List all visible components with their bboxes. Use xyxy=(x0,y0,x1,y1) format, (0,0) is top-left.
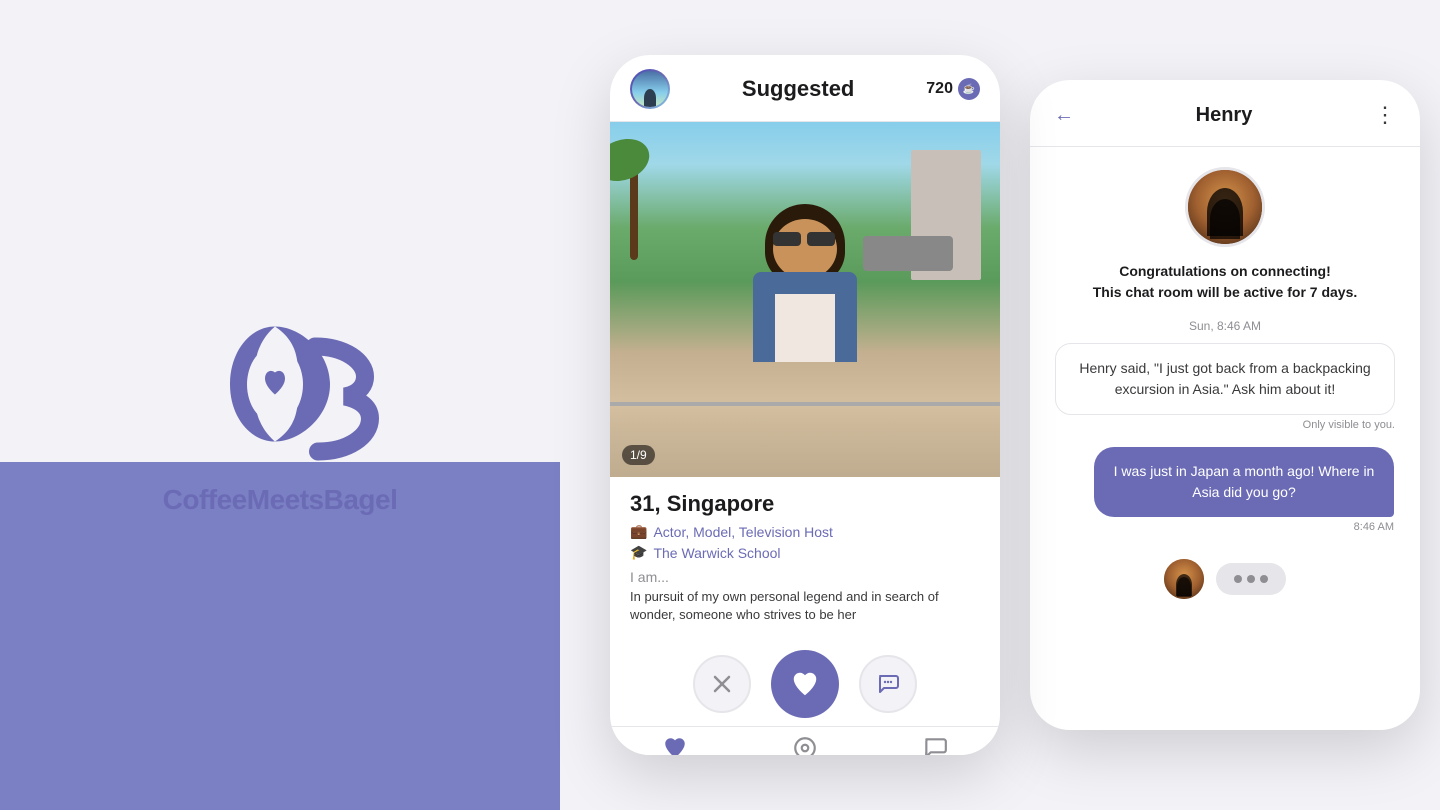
profile-name-age: 31, Singapore xyxy=(630,491,980,517)
chats-nav-icon xyxy=(922,735,948,755)
typing-silhouette xyxy=(1176,574,1192,596)
photo-counter: 1/9 xyxy=(622,445,655,465)
like-button[interactable] xyxy=(771,650,839,718)
nav-discover[interactable]: Discover xyxy=(740,735,870,755)
bio-text: In pursuit of my own personal legend and… xyxy=(630,588,980,624)
dot-1 xyxy=(1234,575,1242,583)
cmb-logo-icon xyxy=(170,294,390,474)
briefcase-icon: 💼 xyxy=(630,523,647,540)
shirt xyxy=(775,294,835,362)
chat-title: Henry xyxy=(1196,104,1253,127)
bubble-time: 8:46 AM xyxy=(1354,521,1394,533)
chat-bubble-icon xyxy=(876,672,900,696)
occupation-text: Actor, Model, Television Host xyxy=(653,524,833,540)
henry-typing-avatar xyxy=(1164,559,1204,599)
suggested-header: Suggested 720 ☕ xyxy=(610,55,1000,122)
user-message-bubble: I was just in Japan a month ago! Where i… xyxy=(1094,447,1394,517)
suggested-nav-icon xyxy=(662,735,688,755)
back-button[interactable]: ← xyxy=(1050,100,1078,131)
chat-timestamp: Sun, 8:46 AM xyxy=(1189,319,1261,333)
photo-overlay xyxy=(610,397,1000,477)
user-avatar[interactable] xyxy=(630,69,670,109)
phones-section: Suggested 720 ☕ xyxy=(560,0,1440,810)
typing-indicator xyxy=(1148,543,1302,615)
graduation-icon: 🎓 xyxy=(630,544,647,561)
suggested-title: Suggested xyxy=(742,76,854,102)
profile-education: 🎓 The Warwick School xyxy=(630,544,980,561)
discover-nav-icon xyxy=(792,735,818,755)
nav-chats[interactable]: Chats xyxy=(870,735,1000,755)
bio-label: I am... xyxy=(630,569,980,585)
face xyxy=(773,219,837,279)
woman-figure xyxy=(745,204,865,424)
congrats-text: Congratulations on connecting! This chat… xyxy=(1093,261,1358,303)
bottom-nav: Suggested Discover Chats xyxy=(610,726,1000,755)
profile-occupation: 💼 Actor, Model, Television Host xyxy=(630,523,980,540)
henry-silhouette xyxy=(1207,188,1243,236)
glasses-left xyxy=(773,232,801,246)
phone-chat: ← Henry ⋮ Congratulations on connecting!… xyxy=(1030,80,1420,730)
typing-dots xyxy=(1216,563,1286,595)
phone-suggested: Suggested 720 ☕ xyxy=(610,55,1000,755)
pass-button[interactable] xyxy=(693,655,751,713)
car xyxy=(863,236,953,271)
typing-avatar-bg xyxy=(1164,559,1204,599)
beans-number: 720 xyxy=(926,80,953,98)
henry-avatar-bg xyxy=(1188,170,1262,244)
henry-avatar xyxy=(1185,167,1265,247)
glasses-right xyxy=(807,232,835,246)
photo-background xyxy=(610,122,1000,477)
dot-2 xyxy=(1247,575,1255,583)
chat-button[interactable] xyxy=(859,655,917,713)
nav-suggested[interactable]: Suggested xyxy=(610,735,740,755)
logo-wrapper: CoffeeMeetsBagel xyxy=(0,0,560,810)
education-text: The Warwick School xyxy=(653,545,780,561)
user-message-container: I was just in Japan a month ago! Where i… xyxy=(1046,447,1404,533)
x-icon xyxy=(710,672,734,696)
profile-photo[interactable]: 1/9 xyxy=(610,122,1000,477)
chat-body: Congratulations on connecting! This chat… xyxy=(1030,147,1420,730)
avatar-inner xyxy=(632,71,668,107)
congrats-line2: This chat room will be active for 7 days… xyxy=(1093,282,1358,303)
only-visible-label: Only visible to you. xyxy=(1055,419,1395,431)
dot-3 xyxy=(1260,575,1268,583)
profile-info: 31, Singapore 💼 Actor, Model, Television… xyxy=(610,477,1000,638)
left-panel: CoffeeMeetsBagel xyxy=(0,0,560,810)
bean-icon: ☕ xyxy=(958,78,980,100)
congrats-line1: Congratulations on connecting! xyxy=(1093,261,1358,282)
chat-header: ← Henry ⋮ xyxy=(1030,80,1420,147)
more-options-button[interactable]: ⋮ xyxy=(1370,98,1400,132)
beans-count: 720 ☕ xyxy=(926,78,980,100)
hint-bubble: Henry said, "I just got back from a back… xyxy=(1055,343,1395,415)
action-buttons xyxy=(610,638,1000,726)
logo-text: CoffeeMeetsBagel xyxy=(163,484,398,516)
heart-icon xyxy=(790,669,820,699)
